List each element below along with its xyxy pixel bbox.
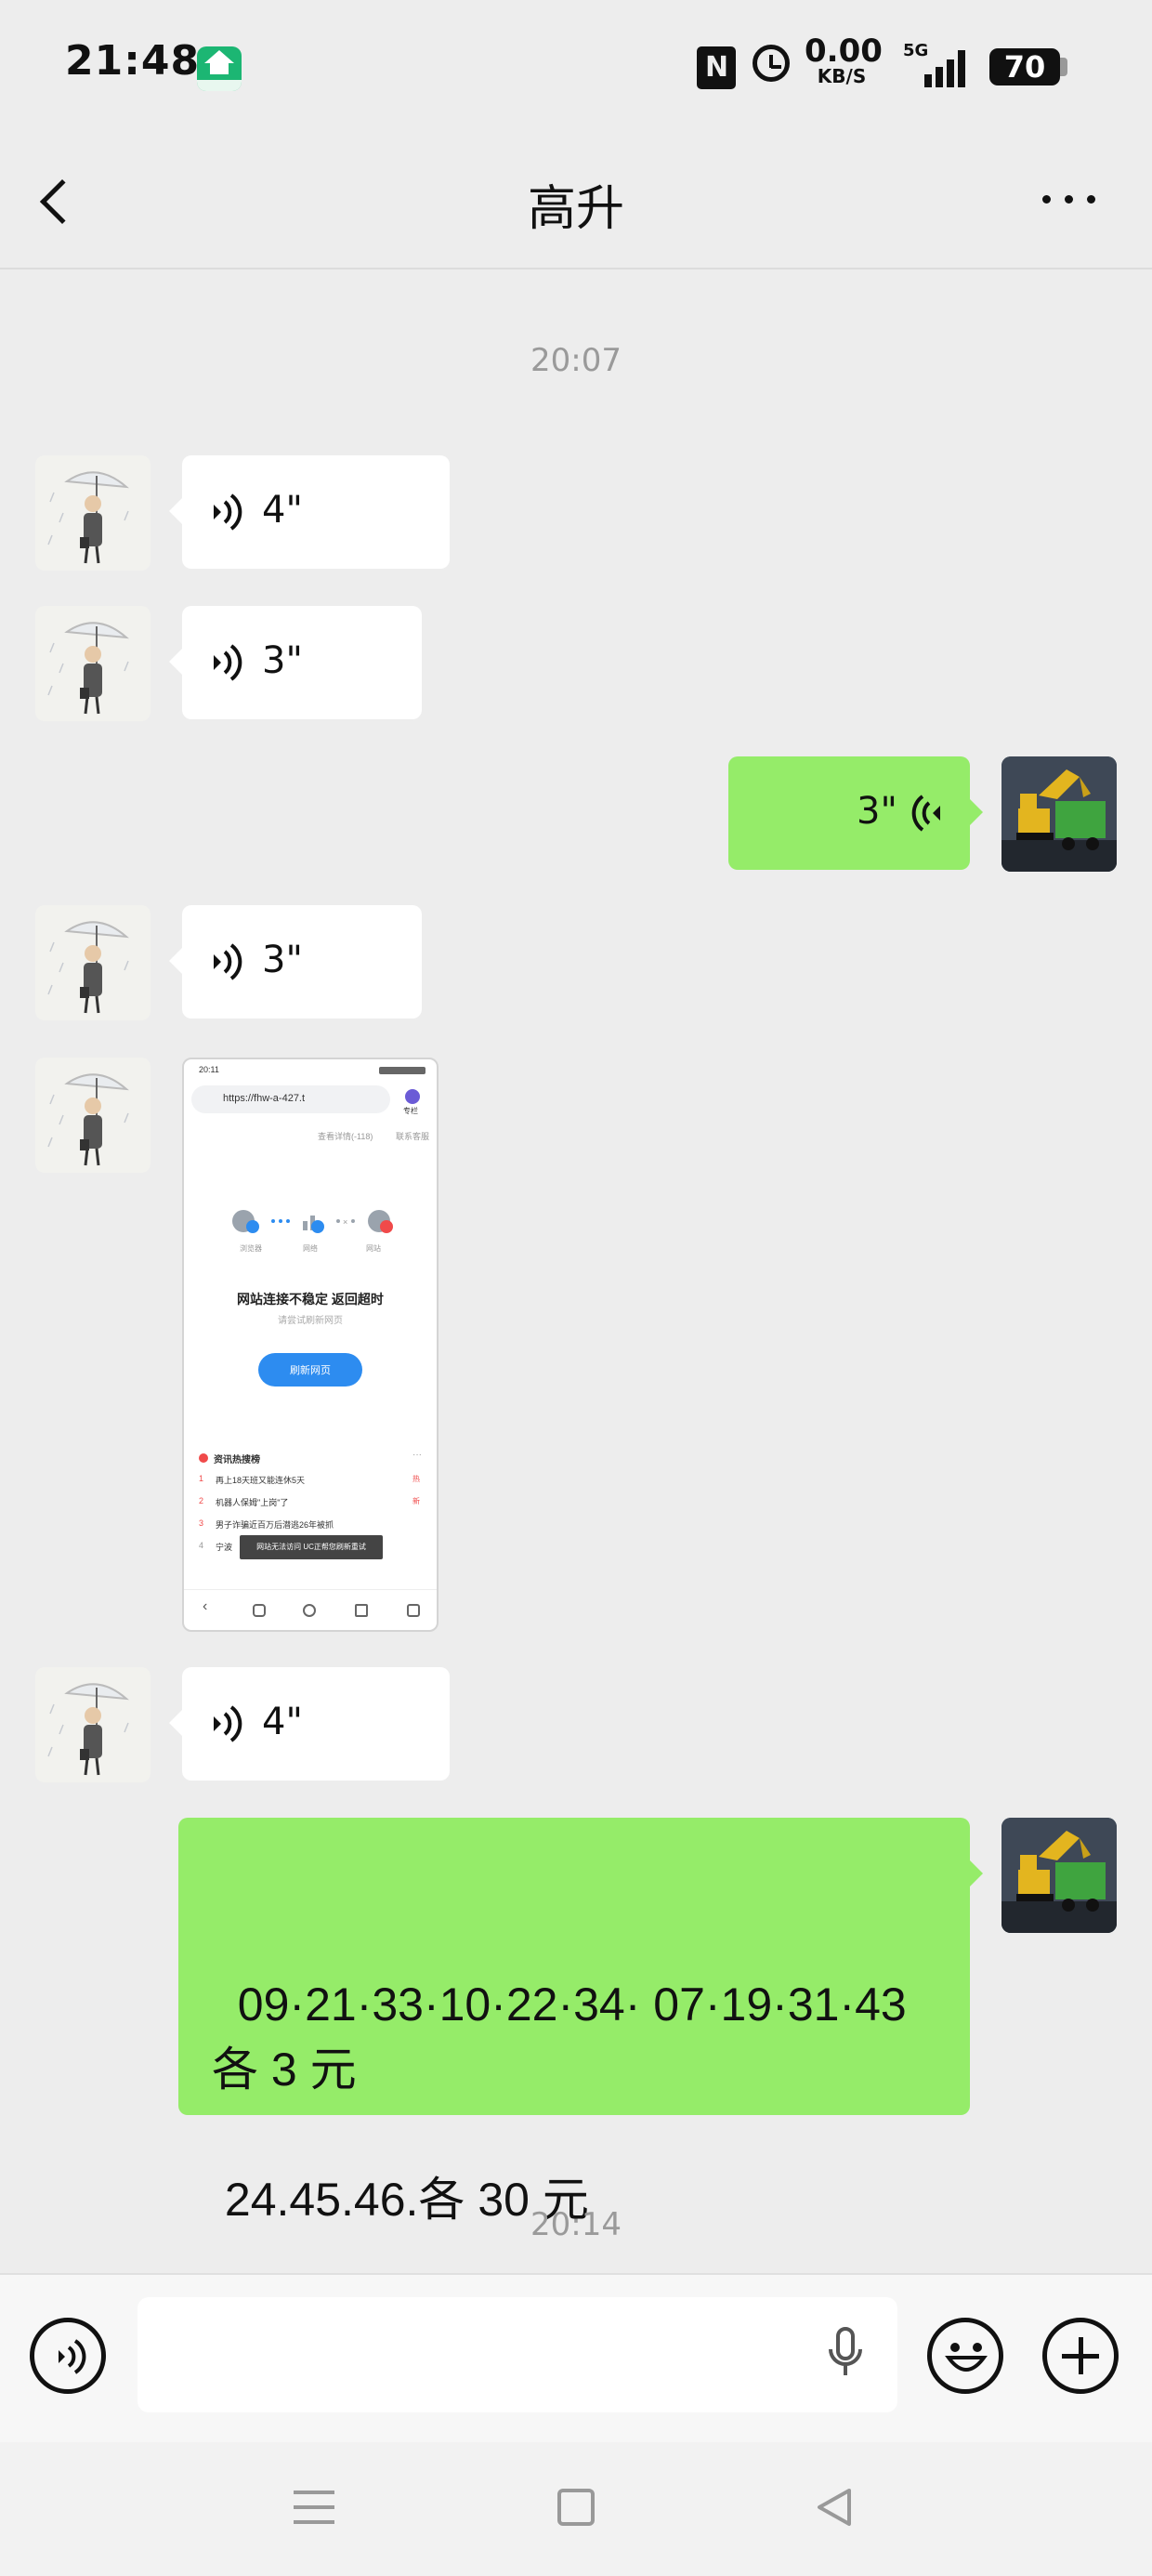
excavator-photo-icon bbox=[1001, 756, 1117, 872]
text-message-outgoing[interactable]: 09·21·33·10·22·34· 07·19·31·43 各 3 元 24.… bbox=[178, 1818, 983, 2226]
diagram-label: 浏览器 bbox=[240, 1244, 262, 1253]
voice-message[interactable]: 4" bbox=[169, 455, 450, 569]
voice-wave-icon bbox=[214, 644, 242, 681]
news-rank: 1 bbox=[199, 1474, 204, 1483]
news-title: 男子诈骗近百万后潜逃26年被抓 bbox=[216, 1520, 334, 1530]
friend-avatar[interactable] bbox=[35, 1667, 151, 1782]
voice-wave-icon bbox=[214, 943, 242, 980]
preview-news-more: ··· bbox=[412, 1450, 422, 1460]
voice-duration: 4" bbox=[262, 489, 303, 532]
system-nav-bar bbox=[0, 2442, 1152, 2576]
more-dots-icon[interactable] bbox=[1042, 195, 1096, 206]
preview-corner-icon bbox=[405, 1089, 420, 1104]
umbrella-figure-icon bbox=[47, 921, 129, 1014]
emoji-icon[interactable] bbox=[927, 2318, 1003, 2394]
screenshot-image-message[interactable]: 20:11 https://fhw-a-427.t 专栏 查看详情(-118) … bbox=[182, 1058, 439, 1632]
preview-link: 查看详情(-118) bbox=[318, 1132, 373, 1141]
news-flame-icon bbox=[199, 1453, 208, 1463]
back-triangle-icon[interactable] bbox=[814, 2487, 855, 2528]
status-time: 21:48 bbox=[65, 37, 201, 85]
umbrella-figure-icon bbox=[47, 1073, 129, 1166]
news-title: 再上18天班又能连休5天 bbox=[216, 1476, 306, 1485]
net-speed-unit: KB/S bbox=[817, 65, 867, 87]
preview-tabs-icon bbox=[355, 1604, 368, 1617]
preview-error-title: 网站连接不稳定 返回超时 bbox=[237, 1292, 384, 1307]
voice-toggle-icon[interactable] bbox=[30, 2318, 106, 2394]
self-avatar[interactable] bbox=[1001, 1818, 1117, 1933]
time-separator: 20:07 bbox=[530, 342, 622, 379]
preview-toast: 网站无法访问 UC正帮您刷新重试 bbox=[240, 1535, 383, 1559]
friend-avatar[interactable] bbox=[35, 905, 151, 1020]
home-square-icon[interactable] bbox=[557, 2489, 595, 2526]
preview-corner-label: 专栏 bbox=[403, 1107, 418, 1115]
preview-refresh-button: 刷新网页 bbox=[258, 1353, 362, 1387]
diagram-label: 网络 bbox=[303, 1244, 318, 1253]
plus-icon[interactable] bbox=[1042, 2318, 1119, 2394]
umbrella-figure-icon bbox=[47, 1683, 129, 1776]
voice-duration: 3" bbox=[262, 939, 303, 981]
preview-home-icon bbox=[303, 1604, 316, 1617]
preview-refresh-label: 刷新网页 bbox=[290, 1365, 331, 1376]
news-tag: 新 bbox=[412, 1497, 420, 1505]
voice-duration: 3" bbox=[262, 639, 303, 682]
news-rank: 2 bbox=[199, 1496, 204, 1505]
battery-icon: 70 bbox=[989, 48, 1060, 85]
news-tag: 热 bbox=[412, 1475, 420, 1483]
friend-avatar[interactable] bbox=[35, 606, 151, 721]
self-avatar[interactable] bbox=[1001, 756, 1117, 872]
preview-link: 联系客服 bbox=[396, 1132, 430, 1141]
net-speed: 0.00 KB/S bbox=[805, 33, 883, 87]
preview-status-icons bbox=[379, 1067, 425, 1074]
preview-house-icon bbox=[407, 1604, 420, 1617]
umbrella-figure-icon bbox=[47, 471, 129, 564]
voice-wave-icon bbox=[214, 1705, 242, 1742]
umbrella-figure-icon bbox=[47, 622, 129, 715]
status-icons: 0.00 KB/S 5G 70 bbox=[669, 35, 1152, 100]
input-bar bbox=[0, 2273, 1152, 2444]
voice-message[interactable]: 4" bbox=[169, 1667, 450, 1781]
preview-back-icon: ‹ bbox=[203, 1598, 208, 1614]
battery-tip bbox=[1060, 58, 1067, 76]
news-rank: 3 bbox=[199, 1518, 204, 1528]
nfc-icon bbox=[697, 46, 736, 89]
voice-wave-icon bbox=[214, 493, 242, 531]
preview-url-bar: https://fhw-a-427.t bbox=[191, 1085, 390, 1113]
diagram-label: 网站 bbox=[366, 1244, 381, 1253]
friend-avatar[interactable] bbox=[35, 1058, 151, 1173]
svg-text:×: × bbox=[343, 1217, 347, 1227]
alarm-icon bbox=[753, 45, 790, 82]
chat-title: 高升 bbox=[527, 181, 624, 237]
message-text: 09·21·33·10·22·34· 07·19·31·43 各 3 元 24.… bbox=[212, 1978, 907, 2226]
preview-time: 20:11 bbox=[199, 1065, 219, 1074]
voice-message[interactable]: 3" bbox=[169, 905, 422, 1019]
time-separator: 20:14 bbox=[530, 2206, 622, 2243]
microphone-icon[interactable] bbox=[825, 2327, 866, 2383]
excavator-photo-icon bbox=[1001, 1818, 1117, 1933]
preview-news-header: 资讯热搜榜 bbox=[214, 1455, 260, 1465]
preview-url: https://fhw-a-427.t bbox=[223, 1093, 306, 1104]
net-speed-value: 0.00 bbox=[805, 33, 883, 70]
app-badge-icon bbox=[197, 46, 242, 91]
news-title: 宁波 bbox=[216, 1543, 233, 1552]
voice-message[interactable]: 3" bbox=[169, 606, 422, 719]
news-title: 机器人保姆"上岗"了 bbox=[216, 1498, 289, 1507]
connection-diagram-icon: × bbox=[232, 1210, 393, 1233]
chat-header: 高升 bbox=[0, 149, 1152, 269]
voice-wave-icon bbox=[911, 795, 940, 832]
friend-avatar[interactable] bbox=[35, 455, 151, 571]
preview-menu-icon bbox=[253, 1604, 266, 1617]
voice-message-outgoing[interactable]: 3" bbox=[728, 756, 983, 870]
preview-toast-text: 网站无法访问 UC正帮您刷新重试 bbox=[256, 1543, 366, 1551]
menu-icon[interactable] bbox=[294, 2487, 334, 2528]
signal-icon bbox=[906, 35, 971, 100]
message-input[interactable] bbox=[137, 2297, 897, 2412]
voice-duration: 3" bbox=[857, 790, 897, 833]
voice-duration: 4" bbox=[262, 1701, 303, 1743]
preview-error-subtitle: 请尝试刷新网页 bbox=[278, 1316, 343, 1326]
news-rank: 4 bbox=[199, 1541, 204, 1550]
